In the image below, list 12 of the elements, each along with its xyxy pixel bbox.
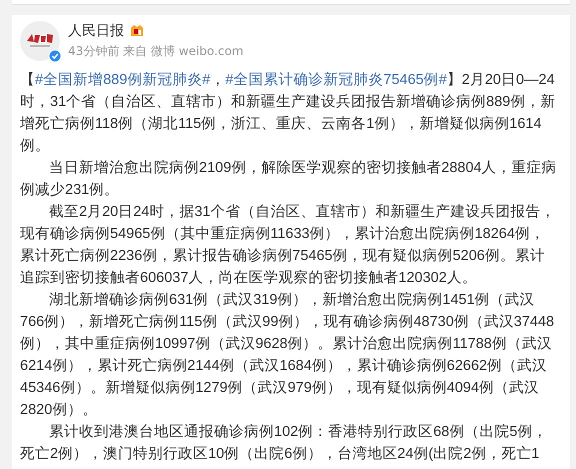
author-name[interactable]: 人民日报	[68, 22, 124, 40]
hashtag-link[interactable]: #全国新增889例新冠肺炎#	[35, 72, 210, 88]
avatar[interactable]	[20, 21, 60, 61]
post-paragraph: 当日新增治愈出院病例2109例，解除医学观察的密切接触者28804人，重症病例减少231例。	[20, 158, 558, 200]
hashtag-link[interactable]: #全国累计确诊新冠肺炎75465例#	[225, 72, 447, 88]
post-meta: 43分钟前 来自 微博 weibo.com	[68, 43, 244, 60]
post-paragraph: 累计收到港澳台地区通报确诊病例102例：香港特别行政区68例（出院5例，死亡2例），澳门特别行政区10例（出院6例），台湾地区24例(出院2例，死亡1	[20, 423, 548, 464]
post-paragraph: 截至2月20日24时，据31个省（自治区、直辖市）和新疆生产建设兵团报告，现有确诊病例54965例（其中重症病例11633例），累计治愈出院病例18264例，累计死亡病例2236例，累计报告确诊病例75465例，现有疑似病例5206例。累计追踪到密切接触者606037人，尚在医学观察的密切接触者120302人。	[20, 202, 556, 288]
medal-icon[interactable]	[130, 24, 144, 38]
verified-check-icon	[48, 49, 62, 63]
post-paragraph: 湖北新增确诊病例631例（武汉319例），新增治愈出院病例1451例（武汉766例），新增死亡病例115例（武汉99例），现有确诊病例48730例（武汉37448例），其中重症病例10997例（武汉9628例）。累计治愈出院病例11788例（武汉6214例），累计死亡病例2144例（武汉1684例），累计确诊病例62662例（武汉45346例）。新增疑似病例1279例（武汉979例），现有疑似病例4094例（武汉2820例）。	[20, 290, 556, 420]
post-paragraph: 【#全国新增889例新冠肺炎#，#全国累计确诊新冠肺炎75465例#】2月20日0—24时，31个省（自治区、直辖市）和新疆生产建设兵团报告新增确诊病例889例，新增死亡病例118例（湖北115例，浙江、重庆、云南各1例），新增疑似病例1614例。	[20, 70, 556, 156]
